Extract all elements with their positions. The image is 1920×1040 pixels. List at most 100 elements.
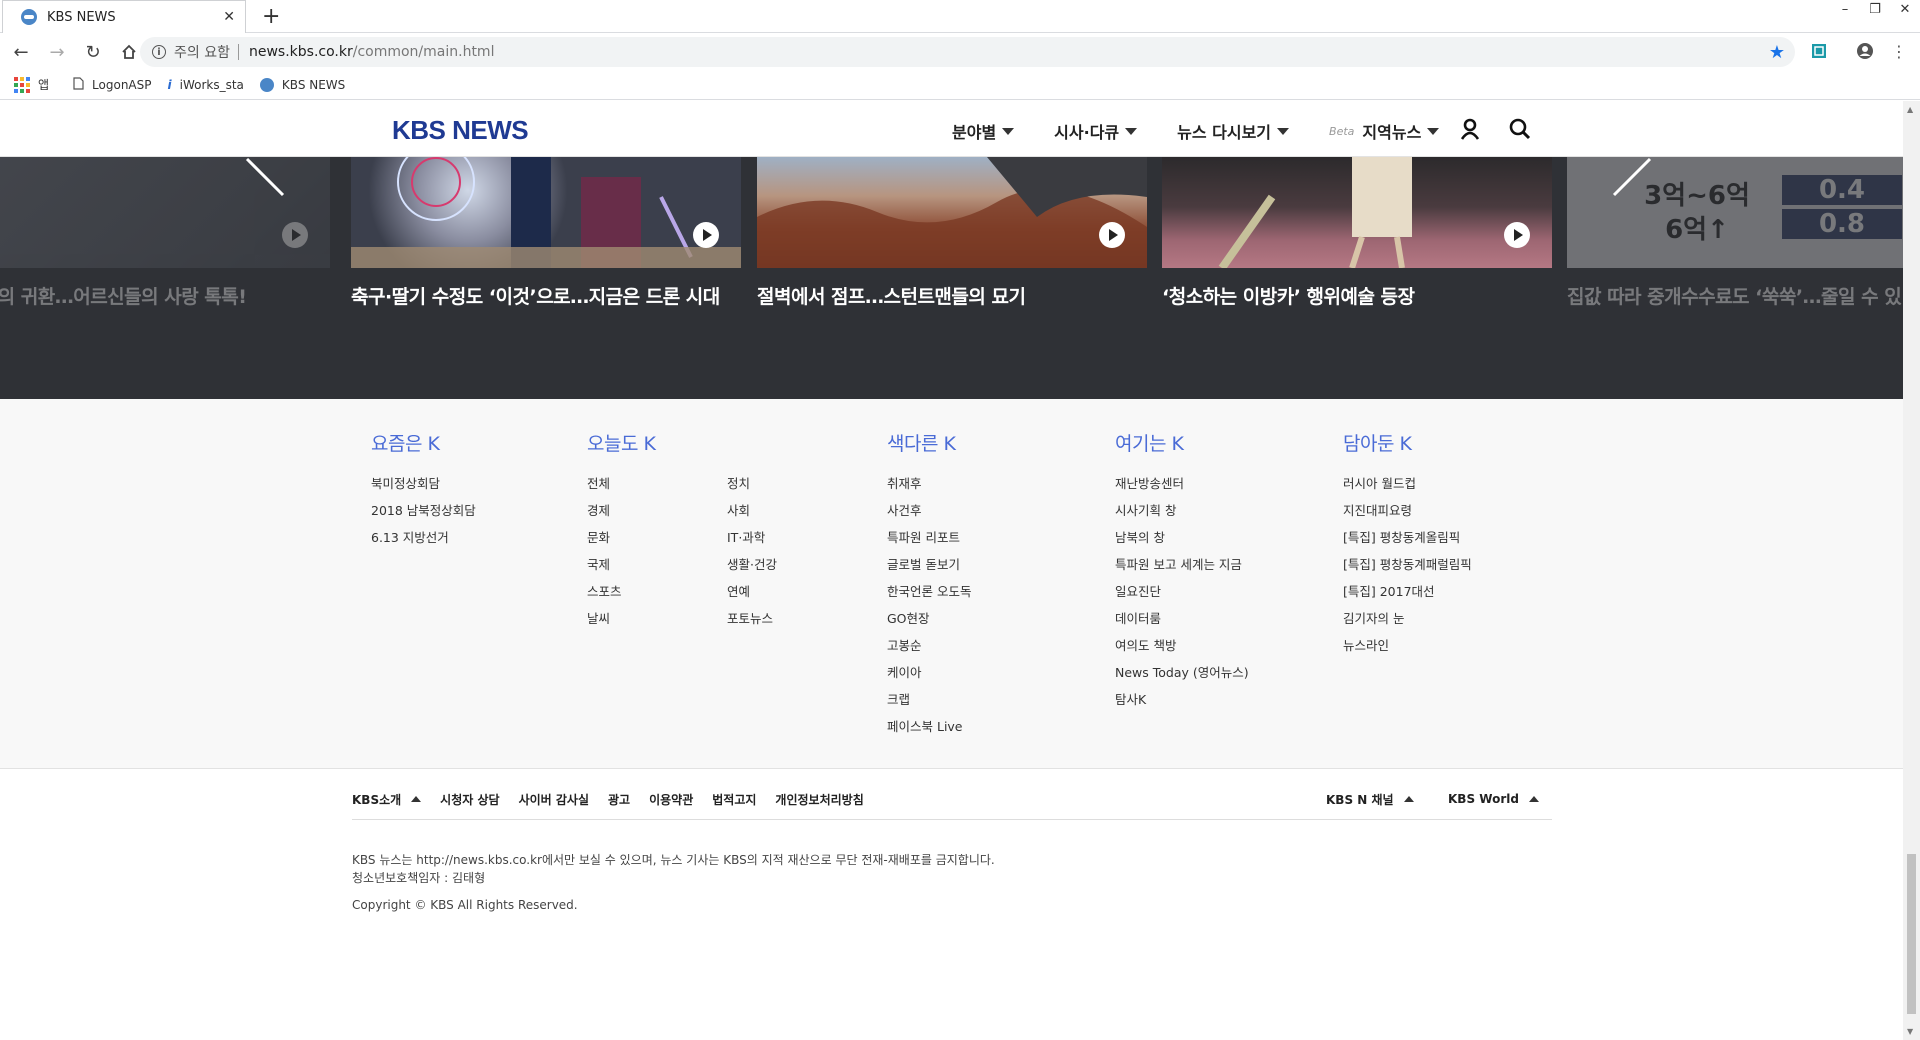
- reload-icon[interactable]: ↻: [78, 37, 108, 67]
- sitemap-link[interactable]: 취재후: [887, 470, 971, 497]
- carousel-card[interactable]: 절벽에서 점프…스턴트맨들의 묘기: [757, 157, 1147, 309]
- play-icon[interactable]: [1099, 222, 1125, 248]
- video-title[interactable]: 축구·딸기 수정도 ‘이것’으로…지금은 드론 시대: [351, 282, 741, 309]
- address-bar[interactable]: i 주의 요함 news.kbs.co.kr /common/main.html…: [140, 37, 1795, 67]
- sitemap-link[interactable]: 국제: [587, 551, 655, 578]
- security-label[interactable]: 주의 요함: [174, 42, 230, 62]
- video-title[interactable]: 안내원’의 귀환…어르신들의 사랑 톡톡!: [0, 282, 330, 309]
- footer-link[interactable]: 사이버 감사실: [519, 791, 589, 808]
- kbs-world-dropdown[interactable]: KBS World: [1448, 787, 1539, 811]
- sitemap-link[interactable]: 문화: [587, 524, 655, 551]
- sitemap-link[interactable]: [특집] 평창동계패럴림픽: [1343, 551, 1472, 578]
- sitemap-link[interactable]: 고봉순: [887, 632, 971, 659]
- sitemap-heading[interactable]: 색다른 K: [887, 429, 971, 456]
- sitemap-heading[interactable]: 여기는 K: [1115, 429, 1249, 456]
- video-title[interactable]: 집값 따라 중개수수료도 ‘쑥쑥’…줄일 수 있: [1567, 282, 1903, 309]
- scroll-down-icon[interactable]: ▼: [1907, 1027, 1913, 1036]
- sitemap-link[interactable]: [특집] 평창동계올림픽: [1343, 524, 1472, 551]
- sitemap-link[interactable]: 글로벌 돋보기: [887, 551, 971, 578]
- sitemap-link[interactable]: 정치: [727, 470, 847, 497]
- menu-item-regional[interactable]: Beta 지역뉴스: [1329, 119, 1440, 143]
- sitemap-link[interactable]: 일요진단: [1115, 578, 1249, 605]
- sitemap-link[interactable]: 6.13 지방선거: [371, 524, 476, 551]
- sitemap-link[interactable]: 남북의 창: [1115, 524, 1249, 551]
- sitemap-link[interactable]: 탐사K: [1115, 686, 1249, 713]
- sitemap-link[interactable]: 경제: [587, 497, 655, 524]
- sitemap-heading[interactable]: 담아둔 K: [1343, 429, 1472, 456]
- sitemap-link[interactable]: 재난방송센터: [1115, 470, 1249, 497]
- sitemap-link[interactable]: 특파원 보고 세계는 지금: [1115, 551, 1249, 578]
- tab-close-icon[interactable]: ✕: [223, 9, 235, 25]
- sitemap-link[interactable]: 시사기획 창: [1115, 497, 1249, 524]
- page-scrollbar[interactable]: ▲ ▼: [1903, 101, 1920, 1040]
- carousel-prev-arrow-icon[interactable]: [245, 157, 285, 212]
- play-icon[interactable]: [282, 222, 308, 248]
- footer-link[interactable]: 개인정보처리방침: [775, 791, 863, 808]
- carousel-card[interactable]: ‘청소하는 이방카’ 행위예술 등장: [1162, 157, 1552, 309]
- menu-item-replay[interactable]: 뉴스 다시보기: [1177, 119, 1290, 143]
- extension-icon[interactable]: [1808, 40, 1830, 62]
- sitemap-link[interactable]: 생활·건강: [727, 551, 847, 578]
- sitemap-link[interactable]: News Today (영어뉴스): [1115, 659, 1249, 686]
- sitemap-link[interactable]: 지진대피요령: [1343, 497, 1472, 524]
- footer-link[interactable]: 이용약관: [649, 791, 693, 808]
- sitemap-heading[interactable]: 요즘은 K: [371, 429, 476, 456]
- bookmark-star-icon[interactable]: ★: [1769, 42, 1785, 63]
- bookmark-iworks[interactable]: i iWorks_sta: [168, 78, 244, 92]
- footer-link-about[interactable]: KBS소개: [352, 791, 422, 808]
- sitemap-link[interactable]: 한국언론 오도독: [887, 578, 971, 605]
- sitemap-link[interactable]: GO현장: [887, 605, 971, 632]
- menu-kebab-icon[interactable]: ⋮: [1888, 40, 1910, 62]
- video-thumbnail[interactable]: [1162, 157, 1552, 268]
- profile-icon[interactable]: [1854, 40, 1876, 62]
- browser-tab[interactable]: KBS NEWS ✕: [2, 0, 246, 33]
- sitemap-link[interactable]: 2018 남북정상회담: [371, 497, 476, 524]
- info-icon[interactable]: i: [152, 45, 166, 59]
- sitemap-link[interactable]: 스포츠: [587, 578, 655, 605]
- carousel-next-arrow-icon[interactable]: [1612, 157, 1652, 212]
- bookmark-logonasp[interactable]: LogonASP: [73, 76, 152, 93]
- play-icon[interactable]: [693, 222, 719, 248]
- sitemap-link[interactable]: 데이터룸: [1115, 605, 1249, 632]
- scroll-up-icon[interactable]: ▲: [1907, 105, 1913, 114]
- video-thumbnail[interactable]: [757, 157, 1147, 268]
- sitemap-link[interactable]: 전체: [587, 470, 655, 497]
- kbs-n-channel-dropdown[interactable]: KBS N 채널: [1326, 787, 1414, 811]
- sitemap-link[interactable]: 페이스북 Live: [887, 713, 971, 740]
- menu-item-category[interactable]: 분야별: [952, 119, 1015, 143]
- sitemap-link[interactable]: 크랩: [887, 686, 971, 713]
- sitemap-link[interactable]: 김기자의 눈: [1343, 605, 1472, 632]
- sitemap-link[interactable]: IT·과학: [727, 524, 847, 551]
- sitemap-heading[interactable]: 오늘도 K: [587, 429, 656, 456]
- sitemap-link[interactable]: 사회: [727, 497, 847, 524]
- sitemap-link[interactable]: 러시아 월드컵: [1343, 470, 1472, 497]
- bookmark-apps[interactable]: 앱: [14, 76, 49, 93]
- video-title[interactable]: 절벽에서 점프…스턴트맨들의 묘기: [757, 282, 1147, 309]
- sitemap-link[interactable]: 날씨: [587, 605, 655, 632]
- new-tab-button[interactable]: +: [262, 4, 280, 29]
- sitemap-link[interactable]: [특집] 2017대선: [1343, 578, 1472, 605]
- sitemap-link[interactable]: 북미정상회담: [371, 470, 476, 497]
- video-thumbnail[interactable]: [351, 157, 741, 268]
- footer-link[interactable]: 광고: [608, 791, 630, 808]
- scrollbar-thumb[interactable]: [1907, 854, 1916, 1014]
- kbs-news-logo[interactable]: KBS NEWS: [392, 115, 529, 146]
- back-icon[interactable]: ←: [6, 37, 36, 67]
- bookmark-kbs-news[interactable]: KBS NEWS: [259, 77, 345, 92]
- menu-item-current-affairs[interactable]: 시사·다큐: [1054, 119, 1138, 143]
- play-icon[interactable]: [1504, 222, 1530, 248]
- sitemap-link[interactable]: 뉴스라인: [1343, 632, 1472, 659]
- close-window-icon[interactable]: ✕: [1890, 0, 1920, 22]
- restore-icon[interactable]: ❐: [1860, 0, 1890, 22]
- search-icon[interactable]: [1508, 117, 1532, 141]
- sitemap-link[interactable]: 케이아: [887, 659, 971, 686]
- footer-link[interactable]: 시청자 상담: [440, 791, 499, 808]
- forward-icon[interactable]: →: [42, 37, 72, 67]
- minimize-icon[interactable]: –: [1830, 0, 1860, 22]
- sitemap-link[interactable]: 사건후: [887, 497, 971, 524]
- sitemap-link[interactable]: 여의도 책방: [1115, 632, 1249, 659]
- user-icon[interactable]: [1458, 117, 1482, 141]
- sitemap-link[interactable]: 연예: [727, 578, 847, 605]
- sitemap-link[interactable]: 포토뉴스: [727, 605, 847, 632]
- footer-link[interactable]: 법적고지: [712, 791, 756, 808]
